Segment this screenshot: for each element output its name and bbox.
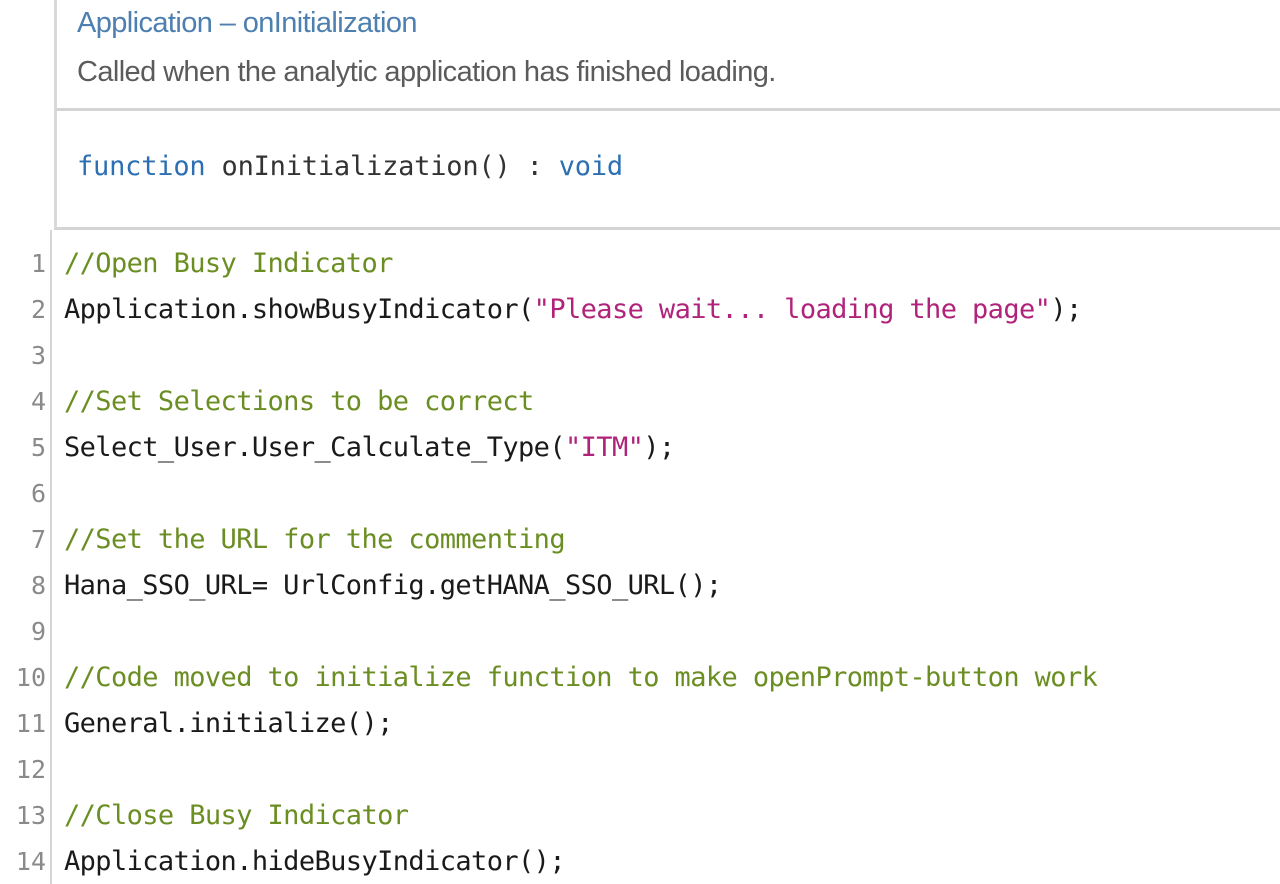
- signature-separator: :: [526, 151, 543, 182]
- line-number: 10: [15, 663, 46, 692]
- event-info-panel: Application – onInitialization Called wh…: [54, 0, 1280, 111]
- code-line-comment[interactable]: //Close Busy Indicator: [64, 793, 409, 839]
- code-editor[interactable]: 1 2 3 4 5 6 7 8 9 10 11 12 13 14 //Open …: [0, 230, 1280, 884]
- line-number: 5: [30, 433, 46, 462]
- code-line[interactable]: Select_User.User_Calculate_Type("ITM");: [64, 425, 675, 471]
- line-number: 1: [30, 249, 46, 278]
- signature-name: onInitialization(): [221, 151, 511, 182]
- code-line[interactable]: Hana_SSO_URL= UrlConfig.getHANA_SSO_URL(…: [64, 563, 722, 609]
- line-number: 12: [15, 755, 46, 784]
- code-line[interactable]: General.initialize();: [64, 701, 393, 747]
- line-number: 9: [30, 617, 46, 646]
- line-number: 13: [15, 801, 46, 830]
- line-number: 14: [15, 847, 46, 876]
- line-number: 4: [30, 387, 46, 416]
- function-signature-panel: function onInitialization() : void: [54, 111, 1280, 230]
- code-token: );: [643, 432, 675, 463]
- code-line-comment[interactable]: //Set Selections to be correct: [64, 379, 534, 425]
- function-signature: function onInitialization() : void: [77, 151, 623, 182]
- signature-keyword: function: [77, 151, 206, 182]
- code-token: Select_User.User_Calculate_Type(: [64, 432, 566, 463]
- code-line[interactable]: Application.hideBusyIndicator();: [64, 839, 566, 884]
- event-title: Application – onInitialization: [77, 7, 418, 39]
- code-line-comment[interactable]: //Open Busy Indicator: [64, 241, 393, 287]
- line-number: 8: [30, 571, 46, 600]
- code-string-literal: "ITM": [564, 432, 644, 463]
- code-line-comment[interactable]: //Set the URL for the commenting: [64, 517, 566, 563]
- code-line-comment[interactable]: //Code moved to initialize function to m…: [64, 655, 1098, 701]
- code-string-literal: "Please wait... loading the page": [533, 294, 1051, 325]
- line-number: 6: [30, 479, 46, 508]
- code-token: Application.showBusyIndicator(: [64, 294, 534, 325]
- code-line[interactable]: Application.showBusyIndicator("Please wa…: [64, 287, 1082, 333]
- line-number: 7: [30, 525, 46, 554]
- code-token: );: [1050, 294, 1082, 325]
- signature-return-type: void: [558, 151, 623, 182]
- line-number-gutter: 1 2 3 4 5 6 7 8 9 10 11 12 13 14: [0, 230, 52, 884]
- line-number: 2: [30, 295, 46, 324]
- line-number: 11: [15, 709, 46, 738]
- event-description: Called when the analytic application has…: [77, 56, 776, 88]
- line-number: 3: [30, 341, 46, 370]
